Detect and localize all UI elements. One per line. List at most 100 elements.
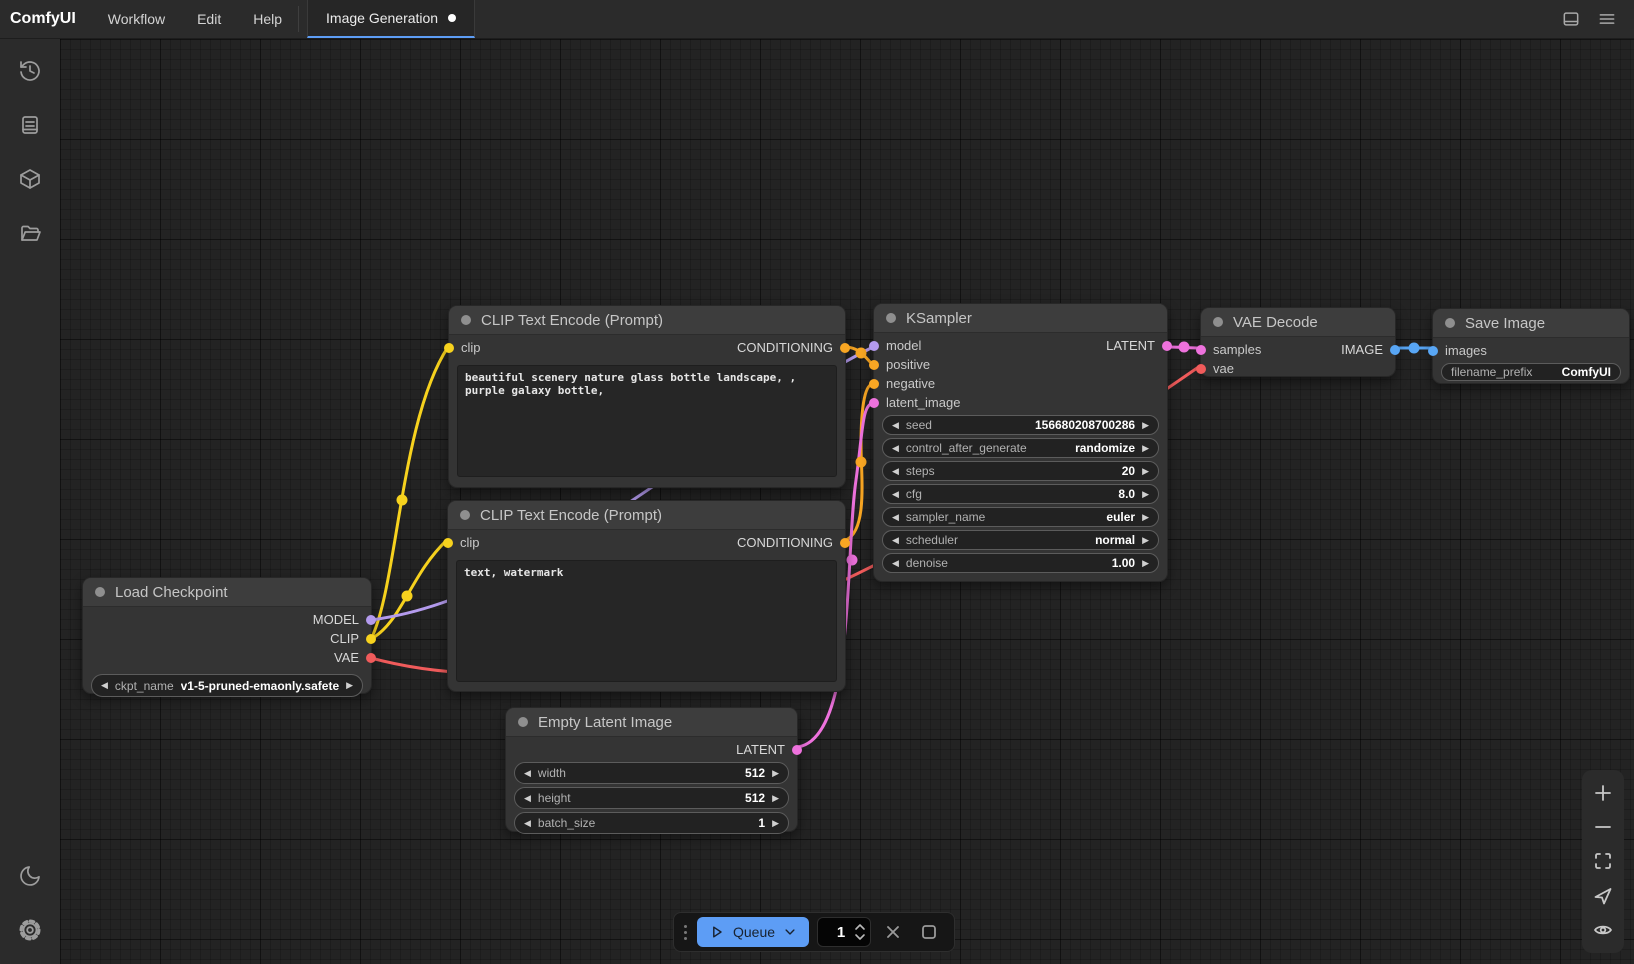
node-vae-decode[interactable]: VAE Decode samples IMAGE vae	[1200, 307, 1396, 377]
input-port-latent-image[interactable]	[869, 398, 879, 408]
batch-count-stepper[interactable]: 1	[817, 917, 871, 947]
select-mode-button[interactable]	[1587, 881, 1619, 911]
widget-arrow-left-icon[interactable]: ◀	[892, 467, 899, 476]
widget-arrow-right-icon[interactable]: ▶	[1142, 536, 1149, 545]
widget-arrow-left-icon[interactable]: ◀	[524, 769, 531, 778]
widget-denoise[interactable]: ◀ denoise 1.00 ▶	[882, 553, 1159, 573]
workflow-tab-image-generation[interactable]: Image Generation	[307, 0, 475, 38]
node-empty-latent-image[interactable]: Empty Latent Image LATENT ◀ width 512 ▶ …	[505, 707, 798, 832]
node-header[interactable]: Load Checkpoint	[83, 578, 371, 607]
widget-arrow-left-icon[interactable]: ◀	[892, 559, 899, 568]
sidebar-theme-toggle-button[interactable]	[8, 854, 52, 898]
menu-help[interactable]: Help	[237, 0, 298, 38]
sidebar-settings-button[interactable]	[8, 908, 52, 952]
widget-ckpt-name[interactable]: ◀ ckpt_name v1-5-pruned-emaonly.safete..…	[91, 674, 363, 697]
stop-button[interactable]	[915, 918, 943, 946]
output-port-vae[interactable]	[366, 653, 376, 663]
zoom-in-button[interactable]	[1587, 778, 1619, 808]
node-header[interactable]: CLIP Text Encode (Prompt)	[448, 501, 845, 530]
node-header[interactable]: Save Image	[1433, 309, 1629, 338]
collapse-dot-icon[interactable]	[461, 315, 471, 325]
node-clip-text-encode-positive[interactable]: CLIP Text Encode (Prompt) clip CONDITION…	[448, 305, 846, 488]
stepper-down-icon[interactable]	[854, 933, 866, 941]
unsaved-dot-icon[interactable]	[448, 14, 456, 22]
widget-scheduler[interactable]: ◀ scheduler normal ▶	[882, 530, 1159, 550]
sidebar-model-library-button[interactable]	[8, 157, 52, 201]
widget-arrow-left-icon[interactable]: ◀	[101, 681, 108, 690]
menu-edit[interactable]: Edit	[181, 0, 237, 38]
input-port-clip[interactable]	[444, 343, 454, 353]
node-ksampler[interactable]: KSampler model LATENT positive negative …	[873, 303, 1168, 582]
output-port-model[interactable]	[366, 615, 376, 625]
input-port-positive[interactable]	[869, 360, 879, 370]
widget-arrow-left-icon[interactable]: ◀	[892, 513, 899, 522]
drag-handle[interactable]	[682, 925, 689, 940]
toggle-link-visibility-button[interactable]	[1587, 915, 1619, 945]
widget-cfg[interactable]: ◀ cfg 8.0 ▶	[882, 484, 1159, 504]
node-load-checkpoint[interactable]: Load Checkpoint MODEL CLIP VAE ◀ ckpt_na…	[82, 577, 372, 694]
queue-button[interactable]: Queue	[697, 917, 809, 947]
widget-arrow-right-icon[interactable]: ▶	[1142, 421, 1149, 430]
input-port-samples[interactable]	[1196, 345, 1206, 355]
input-port-negative[interactable]	[869, 379, 879, 389]
graph-canvas[interactable]	[60, 39, 1634, 964]
widget-sampler-name[interactable]: ◀ sampler_name euler ▶	[882, 507, 1159, 527]
main-menu-button[interactable]	[1592, 4, 1622, 34]
fit-view-button[interactable]	[1587, 846, 1619, 876]
widget-batch-size[interactable]: ◀ batch_size 1 ▶	[514, 812, 789, 834]
widget-control-after-generate[interactable]: ◀ control_after_generate randomize ▶	[882, 438, 1159, 458]
widget-arrow-right-icon[interactable]: ▶	[1142, 513, 1149, 522]
stepper-up-icon[interactable]	[854, 923, 866, 931]
widget-filename-prefix[interactable]: filename_prefix ComfyUI	[1441, 363, 1621, 381]
collapse-dot-icon[interactable]	[460, 510, 470, 520]
widget-arrow-left-icon[interactable]: ◀	[524, 819, 531, 828]
widget-steps[interactable]: ◀ steps 20 ▶	[882, 461, 1159, 481]
widget-seed[interactable]: ◀ seed 156680208700286 ▶	[882, 415, 1159, 435]
node-header[interactable]: KSampler	[874, 304, 1167, 333]
sidebar-history-button[interactable]	[8, 49, 52, 93]
widget-arrow-right-icon[interactable]: ▶	[772, 769, 779, 778]
node-save-image[interactable]: Save Image images filename_prefix ComfyU…	[1432, 308, 1630, 384]
output-port-latent[interactable]	[1162, 341, 1172, 351]
widget-arrow-left-icon[interactable]: ◀	[892, 490, 899, 499]
widget-height[interactable]: ◀ height 512 ▶	[514, 787, 789, 809]
menu-workflow[interactable]: Workflow	[92, 0, 181, 38]
collapse-dot-icon[interactable]	[518, 717, 528, 727]
input-port-images[interactable]	[1428, 346, 1438, 356]
prompt-textarea[interactable]: text, watermark	[456, 560, 837, 682]
output-port-conditioning[interactable]	[840, 343, 850, 353]
output-port-image[interactable]	[1390, 345, 1400, 355]
prompt-textarea[interactable]: beautiful scenery nature glass bottle la…	[457, 365, 837, 477]
widget-arrow-left-icon[interactable]: ◀	[892, 444, 899, 453]
widget-arrow-right-icon[interactable]: ▶	[1142, 490, 1149, 499]
output-port-conditioning[interactable]	[840, 538, 850, 548]
zoom-out-button[interactable]	[1587, 812, 1619, 842]
clear-queue-button[interactable]	[879, 918, 907, 946]
collapse-dot-icon[interactable]	[1213, 317, 1223, 327]
widget-width[interactable]: ◀ width 512 ▶	[514, 762, 789, 784]
node-header[interactable]: VAE Decode	[1201, 308, 1395, 337]
widget-arrow-right-icon[interactable]: ▶	[1142, 444, 1149, 453]
bottom-panel-toggle-button[interactable]	[1556, 4, 1586, 34]
sidebar-queue-button[interactable]	[8, 103, 52, 147]
widget-arrow-left-icon[interactable]: ◀	[524, 794, 531, 803]
widget-arrow-left-icon[interactable]: ◀	[892, 536, 899, 545]
output-port-clip[interactable]	[366, 634, 376, 644]
input-port-vae[interactable]	[1196, 364, 1206, 374]
widget-arrow-right-icon[interactable]: ▶	[346, 681, 353, 690]
node-header[interactable]: CLIP Text Encode (Prompt)	[449, 306, 845, 335]
widget-arrow-right-icon[interactable]: ▶	[1142, 559, 1149, 568]
collapse-dot-icon[interactable]	[95, 587, 105, 597]
output-port-latent[interactable]	[792, 745, 802, 755]
node-clip-text-encode-negative[interactable]: CLIP Text Encode (Prompt) clip CONDITION…	[447, 500, 846, 692]
collapse-dot-icon[interactable]	[886, 313, 896, 323]
widget-arrow-left-icon[interactable]: ◀	[892, 421, 899, 430]
input-port-model[interactable]	[869, 341, 879, 351]
input-port-clip[interactable]	[443, 538, 453, 548]
widget-arrow-right-icon[interactable]: ▶	[772, 794, 779, 803]
collapse-dot-icon[interactable]	[1445, 318, 1455, 328]
widget-arrow-right-icon[interactable]: ▶	[772, 819, 779, 828]
node-header[interactable]: Empty Latent Image	[506, 708, 797, 737]
chevron-down-icon[interactable]	[783, 925, 797, 939]
sidebar-workflows-button[interactable]	[8, 211, 52, 255]
